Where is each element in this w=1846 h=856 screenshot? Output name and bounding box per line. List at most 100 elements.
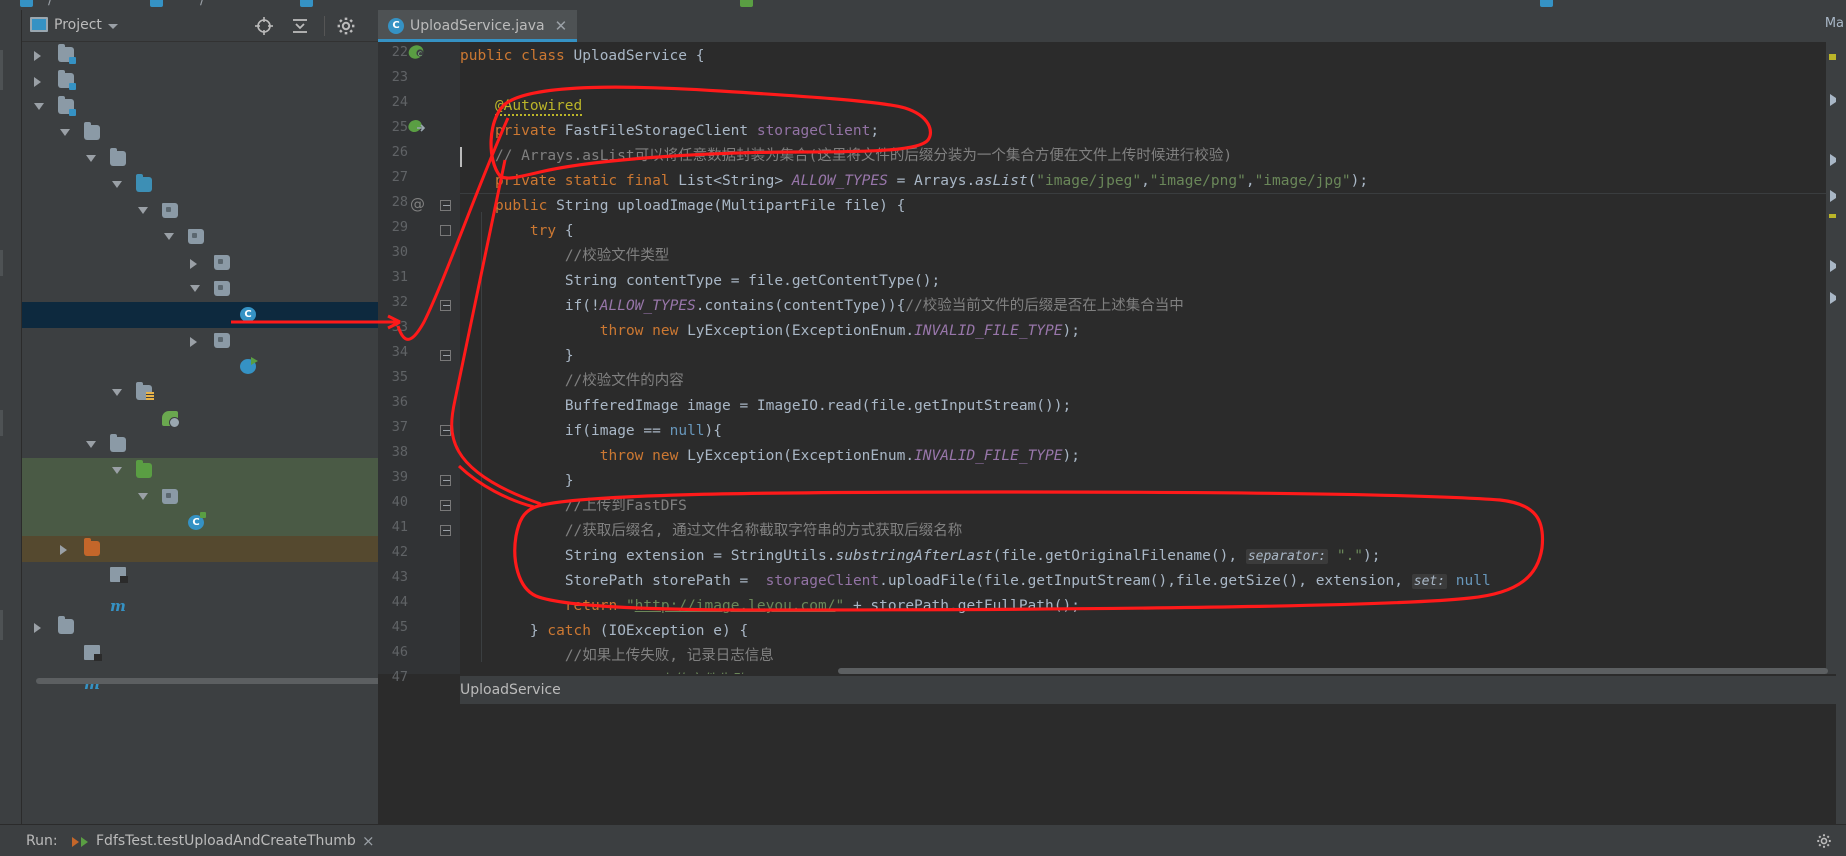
close-icon[interactable]: ✕ [555, 17, 568, 35]
editor-gutter[interactable]: 22 23 24 25 26 27 28 29 30 31 32 33 34 35 36 37 38 39 40 41… [378, 42, 460, 685]
chevron-down-icon[interactable] [138, 207, 148, 214]
project-tree-hscrollbar-thumb[interactable] [36, 678, 388, 684]
chevron-right-icon[interactable] [34, 77, 41, 87]
code-line[interactable]: String extension = StringUtils.substring… [460, 544, 1381, 569]
code-line[interactable]: String contentType = file.getContentType… [460, 269, 940, 294]
tree-item-leyou-iml[interactable] [22, 640, 378, 666]
code-line[interactable]: //如果上传失败, 记录日志信息 [460, 644, 774, 669]
code-line[interactable]: Log.error("上传文件失败",e); [460, 669, 792, 674]
code-fold-toggle[interactable] [440, 525, 451, 536]
tree-item-uploadservice[interactable]: C [22, 302, 378, 328]
code-fold-toggle[interactable] [440, 225, 451, 236]
tree-item-src[interactable] [22, 120, 378, 146]
code-line[interactable]: @Autowired [460, 94, 583, 119]
toolbar-run-icon[interactable] [740, 0, 753, 7]
tree-item-ly-registry[interactable] [22, 68, 378, 94]
chevron-down-icon[interactable] [138, 493, 148, 500]
code-line[interactable]: StorePath storePath = storageClient.uplo… [460, 569, 1491, 594]
collapse-all-icon[interactable] [290, 16, 310, 36]
chevron-down-icon[interactable] [112, 389, 122, 396]
maven-tab-label[interactable]: Ma [1825, 16, 1844, 31]
tree-item-target[interactable] [22, 536, 378, 562]
tree-item-service[interactable] [22, 276, 378, 302]
tree-item-upload[interactable] [22, 224, 378, 250]
chevron-down-icon[interactable] [108, 24, 118, 29]
locate-target-icon[interactable] [254, 16, 274, 36]
code-line[interactable]: public class UploadService { [460, 44, 704, 69]
tree-item-java[interactable] [22, 172, 378, 198]
code-line[interactable]: public String uploadImage(MultipartFile … [460, 194, 905, 219]
editor-code-area[interactable]: public class UploadService { @Autowired … [460, 42, 1846, 674]
tree-item-ly-item[interactable] [22, 42, 378, 68]
code-fold-toggle[interactable] [440, 500, 451, 511]
left-tab-nub-3[interactable] [0, 410, 3, 436]
tree-item-test[interactable] [22, 432, 378, 458]
spring-autowired-icon[interactable] [408, 119, 426, 135]
left-tab-nub-1[interactable] [0, 50, 3, 90]
project-tree-hscrollbar[interactable] [36, 678, 390, 684]
tree-item-application-yml[interactable] [22, 406, 378, 432]
chevron-down-icon[interactable] [112, 181, 122, 188]
code-line[interactable]: private FastFileStorageClient storageCli… [460, 119, 879, 144]
spring-bean-icon[interactable]: C [408, 44, 426, 60]
chevron-right-icon[interactable] [190, 337, 197, 347]
code-line[interactable]: } [460, 344, 574, 369]
code-line[interactable]: //上传到FastDFS [460, 494, 687, 519]
gear-icon[interactable] [336, 16, 356, 36]
code-fold-toggle[interactable] [440, 300, 451, 311]
code-fold-toggle[interactable] [440, 200, 451, 211]
code-line[interactable]: private static final List<String> ALLOW_… [460, 169, 1368, 194]
chevron-down-icon[interactable] [112, 467, 122, 474]
tree-item-java[interactable] [22, 458, 378, 484]
chevron-down-icon[interactable] [86, 155, 96, 162]
tree-item-com-leyou[interactable] [22, 198, 378, 224]
chevron-right-icon[interactable] [60, 545, 67, 555]
code-line[interactable]: //校验文件的内容 [460, 369, 684, 394]
code-line[interactable]: throw new LyException(ExceptionEnum.INVA… [460, 319, 1080, 344]
code-line[interactable]: //校验文件类型 [460, 244, 669, 269]
code-line[interactable]: if(!ALLOW_TYPES.contains(contentType)){/… [460, 294, 1184, 319]
chevron-down-icon[interactable] [34, 103, 44, 110]
code-line[interactable]: } [460, 469, 574, 494]
code-line[interactable]: if(image == null){ [460, 419, 722, 444]
project-tree[interactable]: CCmm [22, 42, 378, 690]
tree-item-fdfstest[interactable]: C [22, 510, 378, 536]
chevron-right-icon[interactable] [34, 623, 41, 633]
tab-uploadservice-java[interactable]: C UploadService.java ✕ [378, 10, 578, 42]
code-line[interactable]: throw new LyException(ExceptionEnum.INVA… [460, 444, 1080, 469]
chevron-down-icon[interactable] [86, 441, 96, 448]
toolbar-icon-b[interactable] [150, 0, 163, 7]
left-tab-nub-4[interactable] [0, 610, 3, 640]
run-config-name[interactable]: FdfsTest.testUploadAndCreateThumb [96, 833, 356, 849]
tree-item-config[interactable] [22, 250, 378, 276]
code-line[interactable]: //获取后缀名, 通过文件名称截取字符串的方式获取后缀名称 [460, 519, 962, 544]
code-line[interactable]: } catch (IOException e) { [460, 619, 748, 644]
gear-icon[interactable] [1816, 833, 1832, 849]
tree-item-main[interactable] [22, 146, 378, 172]
code-fold-toggle[interactable] [440, 475, 451, 486]
code-line[interactable]: // Arrays.asList可以将任意数据封装为集合(这里将文件的后缀分装为… [460, 144, 1232, 169]
chevron-right-icon[interactable] [34, 51, 41, 61]
tree-item-web[interactable] [22, 328, 378, 354]
tree-item-com-leyou-upload[interactable] [22, 484, 378, 510]
code-line[interactable]: return "http://image.leyou.com/" + store… [460, 594, 1080, 619]
toolbar-icon-a[interactable] [20, 0, 33, 7]
tree-item-pom-xml[interactable]: m [22, 588, 378, 615]
tree-item-lyuploadapplication[interactable] [22, 354, 378, 380]
tree-item-ly-upload-iml[interactable] [22, 562, 378, 588]
toolbar-icon-c[interactable] [300, 0, 313, 7]
tree-item-resources[interactable] [22, 380, 378, 406]
tree-item-ly-upload[interactable] [22, 94, 378, 120]
toolbar-icon-d[interactable] [1540, 0, 1553, 7]
tree-item-src[interactable] [22, 614, 378, 640]
editor-hscrollbar-thumb[interactable] [838, 668, 1828, 674]
chevron-right-icon[interactable] [190, 259, 197, 269]
chevron-down-icon[interactable] [190, 285, 200, 292]
left-tab-nub-2[interactable] [0, 250, 3, 276]
chevron-down-icon[interactable] [60, 129, 70, 136]
code-line[interactable]: BufferedImage image = ImageIO.read(file.… [460, 394, 1071, 419]
override-annotation-icon[interactable]: @ [410, 194, 426, 213]
breadcrumb[interactable]: UploadService [460, 676, 1846, 704]
code-fold-toggle[interactable] [440, 425, 451, 436]
code-line[interactable]: try { [460, 219, 574, 244]
